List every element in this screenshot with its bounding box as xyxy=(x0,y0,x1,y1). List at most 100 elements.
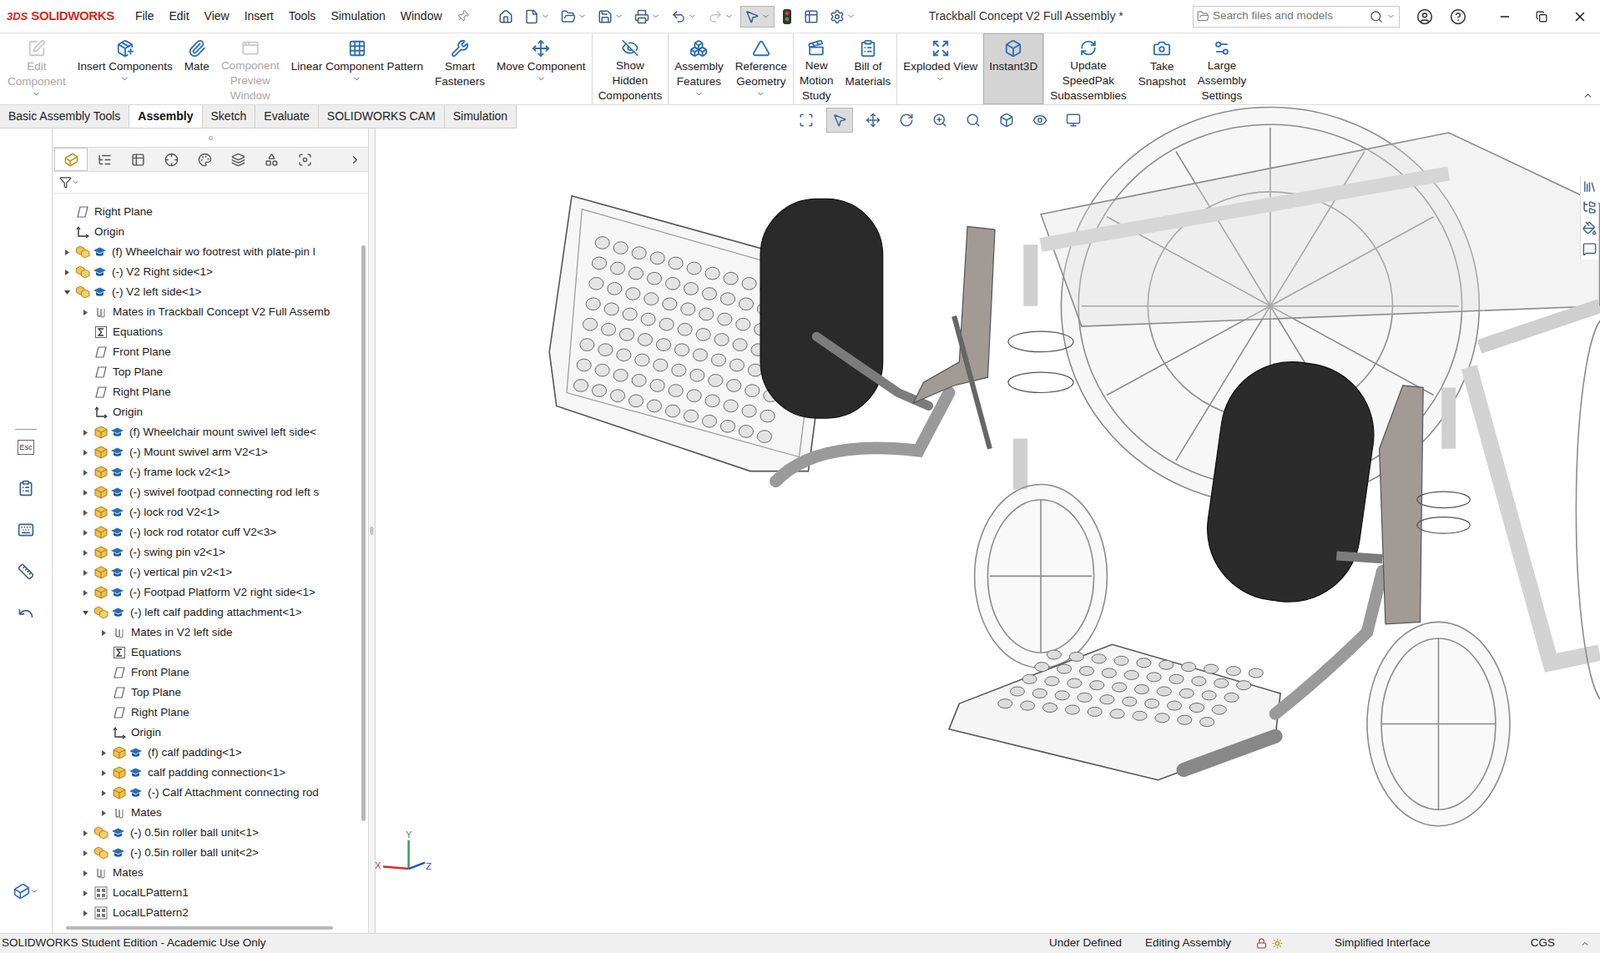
heads-up-button[interactable] xyxy=(993,107,1020,133)
dropdown-icon[interactable] xyxy=(31,89,41,99)
tree-item[interactable]: (f) Wheelchair mount swivel left side< xyxy=(52,422,360,443)
collapsed-arrow-icon[interactable] xyxy=(100,769,108,778)
tree-item[interactable]: Front Plane xyxy=(52,342,360,363)
strip-tool-icon[interactable] xyxy=(17,605,35,622)
quick-access-button[interactable] xyxy=(666,5,702,28)
task-pane-icon[interactable] xyxy=(1582,242,1597,257)
collapsed-arrow-icon[interactable] xyxy=(81,308,90,317)
collapsed-arrow-icon[interactable] xyxy=(81,869,90,878)
ribbon-button[interactable]: Linear Component Pattern xyxy=(285,33,430,105)
ribbon-button[interactable]: Move Component xyxy=(490,33,592,105)
strip-tool-icon[interactable] xyxy=(17,479,35,497)
tree-item[interactable]: (-) V2 left side<1> xyxy=(52,282,360,303)
dropdown-icon[interactable] xyxy=(935,74,945,84)
esc-button[interactable]: Esc xyxy=(17,439,35,455)
dropdown-icon[interactable] xyxy=(120,74,130,84)
rebuild-status-icon[interactable] xyxy=(1256,938,1267,949)
heads-up-button[interactable] xyxy=(959,107,987,133)
status-interface[interactable]: Simplified Interface xyxy=(1334,934,1431,952)
tree-item[interactable]: (-) vertical pin v2<1> xyxy=(52,562,360,583)
tree-item[interactable]: Top Plane xyxy=(52,682,360,703)
tools-status-icon[interactable] xyxy=(1271,938,1283,949)
tree-item[interactable]: Equations xyxy=(52,322,360,343)
panel-tab[interactable] xyxy=(154,147,188,172)
user-icon[interactable] xyxy=(1416,8,1434,26)
collapse-ribbon-icon[interactable] xyxy=(1582,90,1594,101)
minimize-button[interactable] xyxy=(1486,10,1524,24)
filter-icon[interactable] xyxy=(59,176,72,189)
collapsed-arrow-icon[interactable] xyxy=(81,429,90,437)
graphics-area[interactable]: XYZ xyxy=(375,105,1600,934)
tree-item[interactable]: (-) V2 Right side<1> xyxy=(52,262,360,283)
tree-item[interactable]: LocalLPattern2 xyxy=(52,903,360,924)
tree-item[interactable]: Origin xyxy=(52,222,360,243)
command-tab[interactable]: Basic Assembly Tools xyxy=(0,105,130,128)
quick-access-button[interactable] xyxy=(825,5,860,28)
tree-item[interactable]: Origin xyxy=(52,722,360,743)
units-menu-icon[interactable] xyxy=(1579,938,1590,949)
quick-access-button[interactable] xyxy=(519,5,555,28)
ribbon-button[interactable]: Instant3D xyxy=(983,33,1044,105)
model-view[interactable]: XYZ xyxy=(375,105,1600,934)
tree-item[interactable]: Mates in V2 left side xyxy=(52,622,360,643)
collapsed-arrow-icon[interactable] xyxy=(63,268,71,277)
collapsed-arrow-icon[interactable] xyxy=(81,569,90,577)
tree-item[interactable]: (-) Mount swivel arm V2<1> xyxy=(52,442,360,463)
tree-item[interactable]: calf padding connection<1> xyxy=(52,762,360,783)
ribbon-button[interactable]: Bill ofMaterials xyxy=(839,33,898,105)
tree-item[interactable]: (-) Footpad Platform V2 right side<1> xyxy=(52,582,360,603)
panel-tab[interactable] xyxy=(187,147,222,172)
task-pane-icon[interactable] xyxy=(1582,179,1597,194)
panel-tab[interactable] xyxy=(287,147,322,172)
ribbon-button[interactable]: ReferenceGeometry xyxy=(729,33,793,105)
help-icon[interactable] xyxy=(1449,8,1467,26)
dropdown-icon[interactable] xyxy=(694,89,704,99)
collapsed-arrow-icon[interactable] xyxy=(81,889,90,898)
pin-icon[interactable] xyxy=(453,7,471,26)
collapsed-arrow-icon[interactable] xyxy=(81,589,90,597)
collapsed-arrow-icon[interactable] xyxy=(100,809,108,818)
tree-item[interactable]: LocalLPattern1 xyxy=(52,883,360,904)
collapsed-arrow-icon[interactable] xyxy=(100,749,108,758)
dropdown-icon[interactable] xyxy=(756,89,766,99)
collapsed-arrow-icon[interactable] xyxy=(63,248,71,257)
strip-tool-icon[interactable] xyxy=(17,521,35,539)
restore-button[interactable] xyxy=(1523,10,1560,23)
collapsed-arrow-icon[interactable] xyxy=(81,469,90,477)
ribbon-button[interactable]: NewMotionStudy xyxy=(793,33,840,105)
collapsed-arrow-icon[interactable] xyxy=(81,549,90,557)
display-pane-button[interactable] xyxy=(13,883,39,900)
heads-up-button[interactable] xyxy=(893,107,920,133)
expanded-arrow-icon[interactable] xyxy=(63,288,71,297)
menu-item[interactable]: View xyxy=(196,7,238,26)
tree-item[interactable]: Top Plane xyxy=(52,362,360,383)
tree-item[interactable]: Mates xyxy=(52,863,360,884)
command-tab[interactable]: Simulation xyxy=(444,105,517,128)
ribbon-button[interactable]: SmartFasteners xyxy=(429,33,491,105)
panel-splitter[interactable] xyxy=(368,128,376,934)
menu-item[interactable]: Window xyxy=(393,7,450,26)
heads-up-button[interactable] xyxy=(926,107,954,133)
strip-tool-icon[interactable] xyxy=(17,563,35,581)
tree-item[interactable]: Mates xyxy=(52,802,360,823)
quick-access-button[interactable] xyxy=(593,5,628,28)
collapsed-arrow-icon[interactable] xyxy=(81,829,90,838)
search-box[interactable]: Search files and models xyxy=(1192,5,1400,28)
menu-item[interactable]: Insert xyxy=(237,7,282,26)
vertical-scrollbar[interactable] xyxy=(359,201,369,924)
more-tabs-icon[interactable] xyxy=(348,153,362,167)
panel-tab[interactable] xyxy=(221,147,255,172)
quick-access-button[interactable] xyxy=(556,5,591,28)
tree-item[interactable]: Right Plane xyxy=(52,702,360,723)
panel-tab[interactable] xyxy=(121,147,155,172)
ribbon-button[interactable]: ShowHiddenComponents xyxy=(592,33,669,105)
app-logo[interactable]: 3DSSOLIDWORKS xyxy=(6,6,115,26)
tree-item[interactable]: Mates in Trackball Concept V2 Full Assem… xyxy=(52,302,360,323)
tree-item[interactable]: Origin xyxy=(52,402,360,423)
ribbon-button[interactable]: Exploded View xyxy=(897,33,984,105)
dropdown-icon[interactable] xyxy=(352,74,362,84)
menu-item[interactable]: Simulation xyxy=(323,7,393,26)
tree-item[interactable]: (f) calf padding<1> xyxy=(52,742,360,763)
tree-item[interactable]: Equations xyxy=(52,642,360,663)
status-units[interactable]: CGS xyxy=(1530,934,1555,952)
